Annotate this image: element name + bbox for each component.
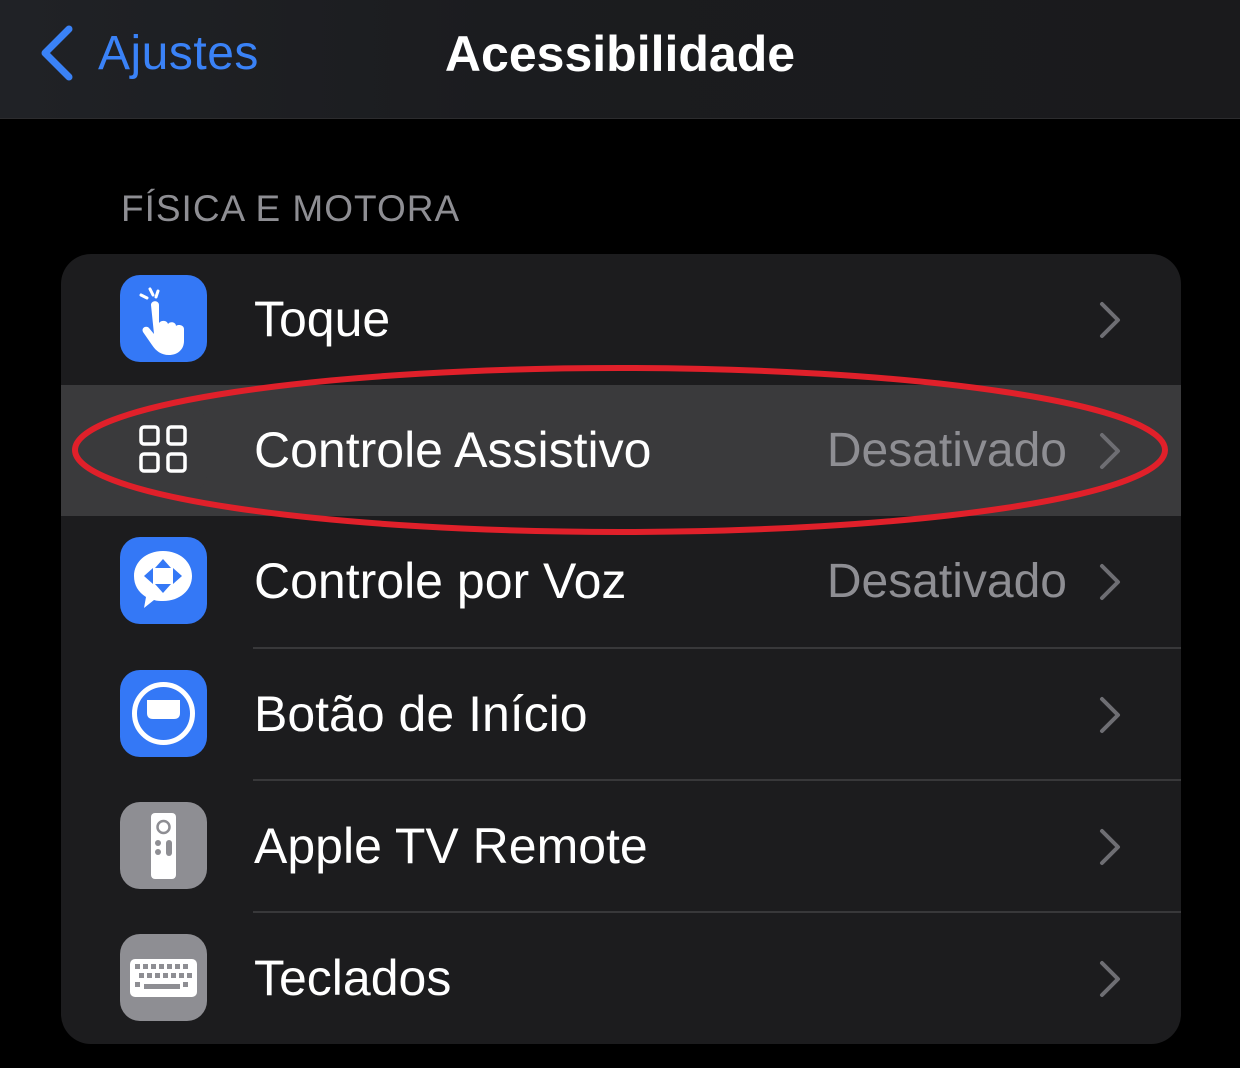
chevron-right-icon (1100, 433, 1120, 469)
chevron-right-icon (1100, 829, 1120, 865)
settings-row-label: Teclados (254, 950, 452, 1006)
keyboard-icon (120, 934, 207, 1021)
settings-row-label: Controle por Voz (254, 553, 627, 609)
settings-row-label: Toque (254, 291, 391, 347)
switch-control-grid-icon (120, 406, 207, 493)
settings-row-botao-de-inicio[interactable]: Botão de Início (61, 649, 1181, 780)
settings-group: Toque Controle Assistivo Desativado Cont… (61, 254, 1181, 1044)
settings-row-value: Desativado (826, 555, 1067, 608)
settings-row-controle-assistivo[interactable]: Controle Assistivo Desativado (61, 385, 1181, 516)
tv-remote-icon (120, 802, 207, 889)
voice-control-icon (120, 537, 207, 624)
settings-row-value: Desativado (826, 424, 1067, 477)
settings-row-label: Apple TV Remote (254, 818, 648, 874)
settings-row-controle-por-voz[interactable]: Controle por Voz Desativado (61, 516, 1181, 647)
chevron-right-icon (1100, 961, 1120, 997)
settings-row-label: Botão de Início (254, 686, 588, 742)
navigation-bar: Ajustes Acessibilidade (0, 0, 1240, 119)
home-button-icon (120, 670, 207, 757)
settings-row-toque[interactable]: Toque (61, 254, 1181, 385)
chevron-right-icon (1100, 302, 1120, 338)
settings-row-teclados[interactable]: Teclados (61, 913, 1181, 1044)
settings-row-apple-tv-remote[interactable]: Apple TV Remote (61, 781, 1181, 912)
section-header: FÍSICA E MOTORA (121, 188, 461, 229)
page-title: Acessibilidade (444, 26, 796, 82)
touch-hand-icon (120, 275, 207, 362)
chevron-right-icon (1100, 564, 1120, 600)
chevron-right-icon (1100, 697, 1120, 733)
settings-row-label: Controle Assistivo (254, 422, 652, 478)
